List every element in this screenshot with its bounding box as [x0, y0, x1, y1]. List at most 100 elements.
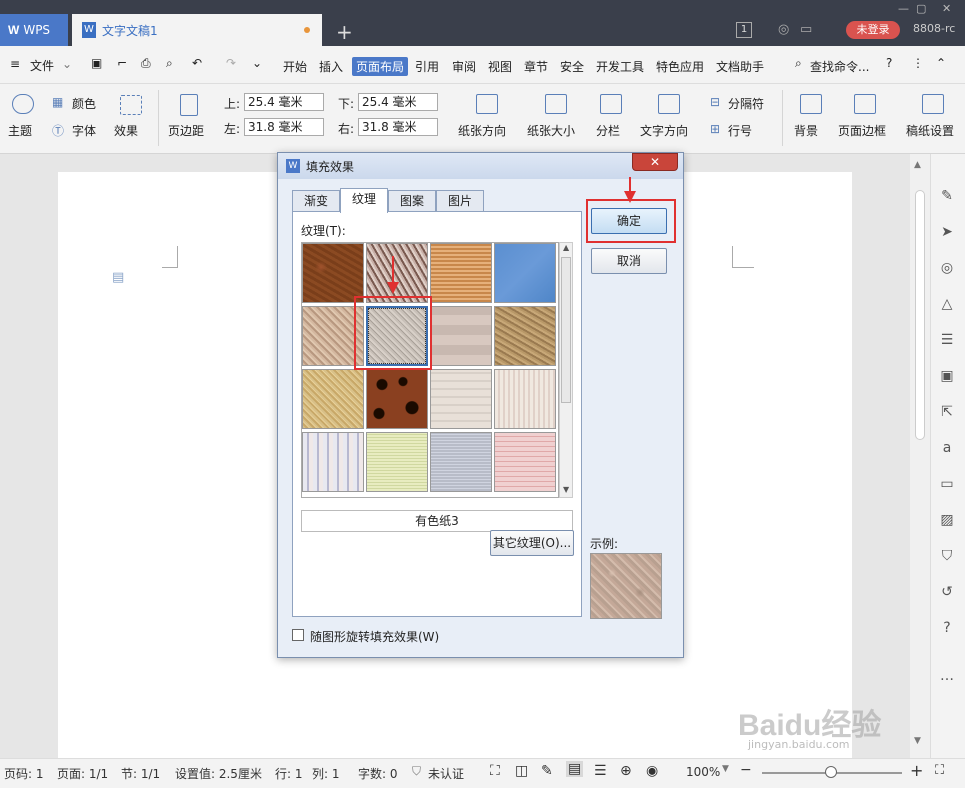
tab-gradient[interactable]: 渐变 — [292, 190, 340, 212]
menu-item-4[interactable]: 审阅 — [452, 58, 476, 75]
margin-top-input[interactable]: 25.4 毫米 — [244, 93, 324, 111]
texture-swatch-newsprint[interactable] — [430, 369, 492, 429]
login-button[interactable]: 未登录 — [846, 21, 900, 39]
dialog-close-button[interactable]: ✕ — [632, 153, 678, 171]
picture-icon[interactable]: ▨ — [938, 512, 956, 530]
texture-swatch-green-weave[interactable] — [366, 432, 428, 492]
history-icon[interactable]: ↺ — [938, 584, 956, 602]
file-menu-chevron-icon[interactable]: ⌄ — [62, 57, 72, 71]
menu-item-10[interactable]: 文档助手 — [716, 58, 764, 75]
fit-window-icon[interactable]: ⛶ — [935, 763, 944, 778]
zoom-in-icon[interactable]: + — [910, 761, 923, 780]
ok-button[interactable]: 确定 — [591, 208, 667, 234]
texture-swatch-white-wood[interactable] — [494, 369, 556, 429]
edit-pen-icon[interactable]: ✎ — [938, 188, 956, 206]
tab-texture[interactable]: 纹理 — [340, 188, 388, 213]
search-command[interactable]: 查找命令... — [810, 58, 869, 75]
texture-scrollbar[interactable]: ▲ ▼ — [559, 242, 573, 498]
margin-right-input[interactable]: 31.8 毫米 — [358, 118, 438, 136]
orientation-button[interactable]: 纸张方向 — [458, 122, 506, 139]
text-direction-button[interactable]: 文字方向 — [640, 122, 688, 139]
line-number-button[interactable]: 行号 — [728, 122, 752, 139]
texture-scroll-thumb[interactable] — [561, 257, 571, 403]
menu-item-3[interactable]: 引用 — [415, 58, 439, 75]
shapes-icon[interactable]: ◎ — [938, 260, 956, 278]
scroll-up-icon[interactable]: ▲ — [914, 160, 921, 170]
redo-icon[interactable]: ↷ — [226, 56, 236, 70]
theme-button[interactable]: 主题 — [8, 122, 32, 139]
zoom-slider-handle[interactable] — [825, 766, 837, 778]
tab-pattern[interactable]: 图案 — [388, 190, 436, 212]
reading-mode-icon[interactable]: ◫ — [515, 763, 528, 779]
hamburger-icon[interactable]: ≡ — [10, 57, 20, 71]
status-section[interactable]: 节: 1/1 — [121, 765, 160, 782]
menu-item-0[interactable]: 开始 — [283, 58, 307, 75]
effects-button[interactable]: 效果 — [114, 122, 138, 139]
texture-swatch-pink-plaid[interactable] — [494, 432, 556, 492]
texture-swatch-stripe-linen[interactable] — [302, 432, 364, 492]
help-icon[interactable]: ? — [886, 56, 892, 70]
texture-swatch-gold-fleck[interactable] — [302, 369, 364, 429]
margin-bottom-input[interactable]: 25.4 毫米 — [358, 93, 438, 111]
background-button[interactable]: 背景 — [794, 122, 818, 139]
zoom-out-icon[interactable]: − — [740, 762, 752, 778]
skin-icon[interactable]: ◎ — [778, 22, 789, 37]
web-view-icon[interactable]: ⊕ — [620, 763, 632, 779]
zoom-level[interactable]: 100% — [686, 765, 720, 779]
new-tab-plus-icon[interactable]: + — [336, 20, 353, 44]
fullscreen-icon[interactable]: ⛶ — [490, 763, 500, 779]
undo-icon[interactable]: ↶ — [192, 56, 202, 70]
print-preview-icon[interactable]: ⌕ — [166, 56, 173, 71]
dialog-title-bar[interactable]: W 填充效果 — [278, 153, 683, 179]
texture-swatch-brown-leather[interactable] — [302, 243, 364, 303]
zoom-chevron-icon[interactable]: ▼ — [722, 764, 729, 774]
more-menu-icon[interactable]: ⋮ — [912, 56, 924, 70]
scroll-down-icon[interactable]: ▼ — [914, 736, 921, 746]
style-icon[interactable]: △ — [938, 296, 956, 314]
paragraph-icon[interactable]: ▤ — [112, 270, 124, 285]
texture-scroll-up-icon[interactable]: ▲ — [563, 243, 569, 252]
texture-swatch-burlap[interactable] — [430, 243, 492, 303]
print-icon[interactable]: ⎙ — [141, 56, 151, 71]
more-dots-icon[interactable]: … — [938, 668, 956, 686]
help-circle-icon[interactable]: ? — [938, 620, 956, 638]
rotate-checkbox-label[interactable]: 随图形旋转填充效果(W) — [310, 628, 439, 645]
menu-item-1[interactable]: 插入 — [319, 58, 343, 75]
file-menu[interactable]: 文件 — [30, 57, 54, 74]
breaks-button[interactable]: 分隔符 — [728, 95, 764, 112]
minimize-icon[interactable]: — — [898, 2, 909, 15]
texture-scroll-down-icon[interactable]: ▼ — [563, 485, 569, 494]
menu-item-9[interactable]: 特色应用 — [656, 58, 704, 75]
status-word-count[interactable]: 字数: 0 — [358, 765, 398, 782]
cancel-button[interactable]: 取消 — [591, 248, 667, 274]
texture-swatch-leopard[interactable] — [366, 369, 428, 429]
scrollbar-thumb[interactable] — [915, 190, 925, 440]
texture-swatch-fish-fossil[interactable] — [366, 243, 428, 303]
texture-swatch-canvas-gray[interactable] — [430, 432, 492, 492]
image-library-icon[interactable]: ▣ — [938, 368, 956, 386]
select-cursor-icon[interactable]: ➤ — [938, 224, 956, 242]
feedback-icon[interactable]: ▭ — [800, 22, 812, 37]
wps-home-tab[interactable]: W WPS — [0, 14, 68, 46]
status-pages[interactable]: 页面: 1/1 — [57, 765, 108, 782]
status-setting[interactable]: 设置值: 2.5厘米 — [175, 765, 262, 782]
menu-item-5[interactable]: 视图 — [488, 58, 512, 75]
margin-left-input[interactable]: 31.8 毫米 — [244, 118, 324, 136]
write-mode-icon[interactable]: ✎ — [541, 763, 553, 779]
translate-icon[interactable]: a — [938, 440, 956, 458]
menu-item-7[interactable]: 安全 — [560, 58, 584, 75]
archive-icon[interactable]: ▭ — [938, 476, 956, 494]
texture-swatch-parchment[interactable] — [430, 306, 492, 366]
menu-item-8[interactable]: 开发工具 — [596, 58, 644, 75]
close-window-icon[interactable]: ✕ — [942, 2, 951, 15]
maximize-icon[interactable]: ▢ — [916, 2, 926, 15]
shield-icon[interactable]: ⛉ — [938, 548, 956, 566]
margins-button[interactable]: 页边距 — [168, 122, 204, 139]
quick-access-chevron-icon[interactable]: ⌄ — [252, 56, 262, 70]
format-painter-icon[interactable]: ⌐ — [117, 56, 127, 70]
document-tab[interactable]: W 文字文稿1 — [72, 14, 322, 46]
save-icon[interactable]: ▣ — [91, 56, 102, 70]
collapse-ribbon-icon[interactable]: ⌃ — [936, 56, 946, 70]
share-icon[interactable]: ⇱ — [938, 404, 956, 422]
page-view-icon[interactable]: ▤ — [566, 761, 584, 777]
